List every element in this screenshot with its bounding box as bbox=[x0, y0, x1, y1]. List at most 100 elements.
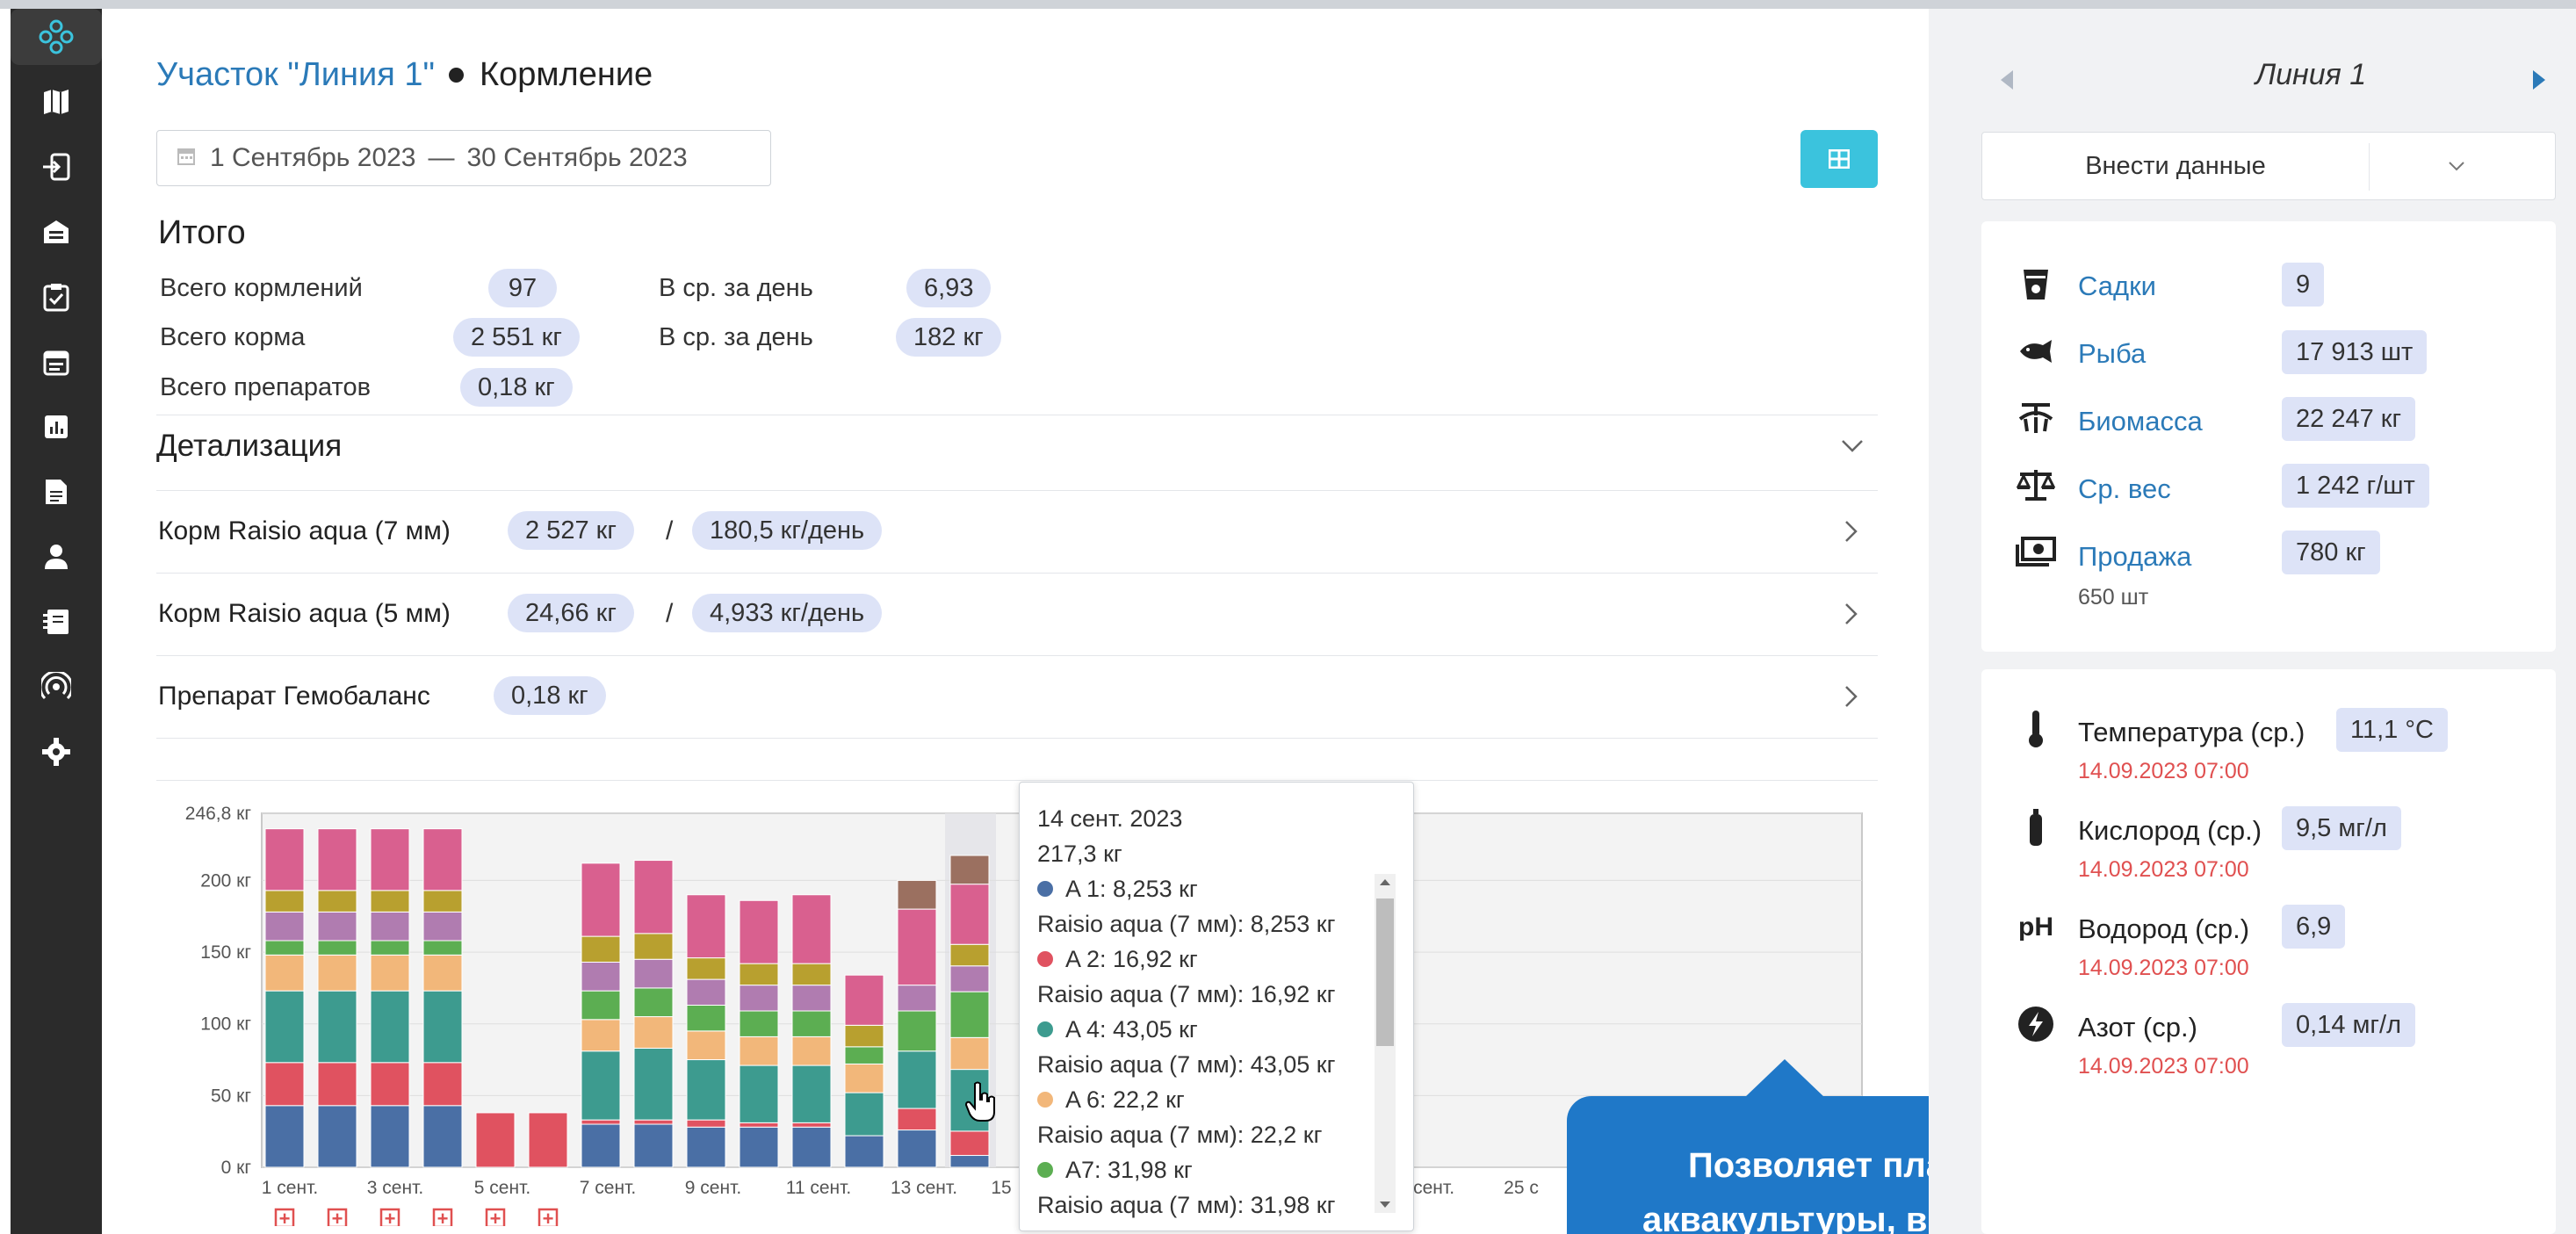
bar-segment[interactable] bbox=[264, 1062, 305, 1107]
logo-icon[interactable] bbox=[11, 9, 102, 65]
next-arrow-icon[interactable] bbox=[2533, 70, 2545, 90]
bar-segment[interactable] bbox=[791, 1126, 832, 1168]
bar-segment[interactable] bbox=[370, 990, 410, 1064]
bar-segment[interactable] bbox=[264, 990, 305, 1064]
stat-label[interactable]: Ср. вес bbox=[2078, 473, 2171, 505]
stat-label[interactable]: Продажа bbox=[2078, 541, 2191, 573]
bar-segment[interactable] bbox=[370, 1062, 410, 1107]
bar-segment[interactable] bbox=[686, 1126, 726, 1168]
bar-segment[interactable] bbox=[633, 958, 674, 989]
bar-segment[interactable] bbox=[739, 1010, 779, 1037]
bar-segment[interactable] bbox=[370, 954, 410, 992]
bar-segment[interactable] bbox=[739, 1122, 779, 1128]
calendar-icon[interactable] bbox=[11, 334, 102, 390]
table-view-button[interactable] bbox=[1800, 130, 1878, 188]
bar-segment[interactable] bbox=[370, 890, 410, 913]
bar-segment[interactable] bbox=[791, 1122, 832, 1128]
bar-segment[interactable] bbox=[581, 961, 621, 992]
bar-segment[interactable] bbox=[370, 1105, 410, 1168]
bar-segment[interactable] bbox=[949, 855, 990, 885]
user-icon[interactable] bbox=[11, 529, 102, 585]
bar-segment[interactable] bbox=[897, 908, 937, 986]
bar-segment[interactable] bbox=[422, 954, 463, 992]
bar-segment[interactable] bbox=[633, 1016, 674, 1049]
bar-segment[interactable] bbox=[897, 879, 937, 910]
bar-segment[interactable] bbox=[264, 1105, 305, 1168]
bar-segment[interactable] bbox=[422, 990, 463, 1064]
bar-segment[interactable] bbox=[633, 860, 674, 935]
bar-segment[interactable] bbox=[897, 1129, 937, 1168]
prev-arrow-icon[interactable] bbox=[2001, 70, 2013, 90]
bar-segment[interactable] bbox=[317, 990, 357, 1064]
map-icon[interactable] bbox=[11, 74, 102, 130]
bar-segment[interactable] bbox=[949, 1130, 990, 1157]
scroll-up-icon[interactable] bbox=[1380, 879, 1390, 885]
bar-segment[interactable] bbox=[897, 1010, 937, 1052]
bar-segment[interactable] bbox=[897, 1108, 937, 1131]
bar-segment[interactable] bbox=[317, 890, 357, 913]
bar-segment[interactable] bbox=[581, 935, 621, 963]
enter-data-dropdown[interactable]: Внести данные bbox=[1981, 132, 2556, 200]
bar-segment[interactable] bbox=[686, 1119, 726, 1128]
stat-label[interactable]: Рыба bbox=[2078, 338, 2146, 370]
tooltip-scrollbar[interactable] bbox=[1375, 874, 1396, 1213]
bar-segment[interactable] bbox=[686, 957, 726, 980]
bar-segment[interactable] bbox=[633, 1123, 674, 1168]
bar-segment[interactable] bbox=[949, 965, 990, 992]
bar-segment[interactable] bbox=[581, 1119, 621, 1125]
bar-segment[interactable] bbox=[581, 1019, 621, 1052]
chevron-right-icon[interactable] bbox=[1844, 685, 1858, 712]
report-icon[interactable] bbox=[11, 464, 102, 520]
bar-segment[interactable] bbox=[528, 1112, 568, 1168]
bar-segment[interactable] bbox=[422, 828, 463, 891]
bar-segment[interactable] bbox=[633, 1119, 674, 1125]
bar-segment[interactable] bbox=[581, 862, 621, 937]
bar-segment[interactable] bbox=[897, 1050, 937, 1109]
bar-segment[interactable] bbox=[949, 1036, 990, 1071]
bar-segment[interactable] bbox=[317, 828, 357, 891]
bar-segment[interactable] bbox=[422, 940, 463, 956]
building-icon[interactable] bbox=[11, 204, 102, 260]
date-range-picker[interactable]: 1 Сентябрь 2023 — 30 Сентябрь 2023 bbox=[156, 130, 771, 186]
bar-segment[interactable] bbox=[844, 974, 884, 1026]
bar-segment[interactable] bbox=[949, 943, 990, 967]
bar-segment[interactable] bbox=[317, 954, 357, 992]
bar-segment[interactable] bbox=[422, 1105, 463, 1168]
bar-segment[interactable] bbox=[264, 890, 305, 913]
bar-segment[interactable] bbox=[581, 1050, 621, 1121]
bar-segment[interactable] bbox=[686, 978, 726, 1006]
bar-segment[interactable] bbox=[791, 1064, 832, 1123]
gear-icon[interactable] bbox=[11, 724, 102, 780]
bar-segment[interactable] bbox=[844, 1046, 884, 1064]
bar-segment[interactable] bbox=[317, 1062, 357, 1107]
bar-segment[interactable] bbox=[264, 940, 305, 956]
bar-segment[interactable] bbox=[686, 1004, 726, 1032]
chevron-right-icon[interactable] bbox=[1844, 603, 1858, 630]
bar-segment[interactable] bbox=[686, 1030, 726, 1061]
login-icon[interactable] bbox=[11, 139, 102, 195]
bar-segment[interactable] bbox=[686, 1059, 726, 1121]
bar-segment[interactable] bbox=[949, 991, 990, 1038]
bar-segment[interactable] bbox=[897, 985, 937, 1012]
bar-segment[interactable] bbox=[633, 933, 674, 960]
notebook-icon[interactable] bbox=[11, 594, 102, 650]
bar-segment[interactable] bbox=[264, 954, 305, 992]
bar-segment[interactable] bbox=[317, 1105, 357, 1168]
bar-segment[interactable] bbox=[370, 940, 410, 956]
bar-segment[interactable] bbox=[844, 1135, 884, 1168]
bar-segment[interactable] bbox=[791, 963, 832, 986]
chevron-down-icon[interactable] bbox=[1841, 439, 1864, 458]
bar-segment[interactable] bbox=[739, 899, 779, 964]
bar-segment[interactable] bbox=[791, 894, 832, 964]
chevron-right-icon[interactable] bbox=[1844, 520, 1858, 547]
bar-segment[interactable] bbox=[739, 1064, 779, 1123]
bar-segment[interactable] bbox=[791, 985, 832, 1012]
bar-segment[interactable] bbox=[422, 911, 463, 942]
bar-segment[interactable] bbox=[739, 963, 779, 986]
bar-segment[interactable] bbox=[739, 1036, 779, 1066]
bar-segment[interactable] bbox=[475, 1112, 516, 1168]
bar-segment[interactable] bbox=[422, 1062, 463, 1107]
bar-segment[interactable] bbox=[633, 987, 674, 1018]
bar-segment[interactable] bbox=[844, 1024, 884, 1048]
bar-segment[interactable] bbox=[317, 911, 357, 942]
